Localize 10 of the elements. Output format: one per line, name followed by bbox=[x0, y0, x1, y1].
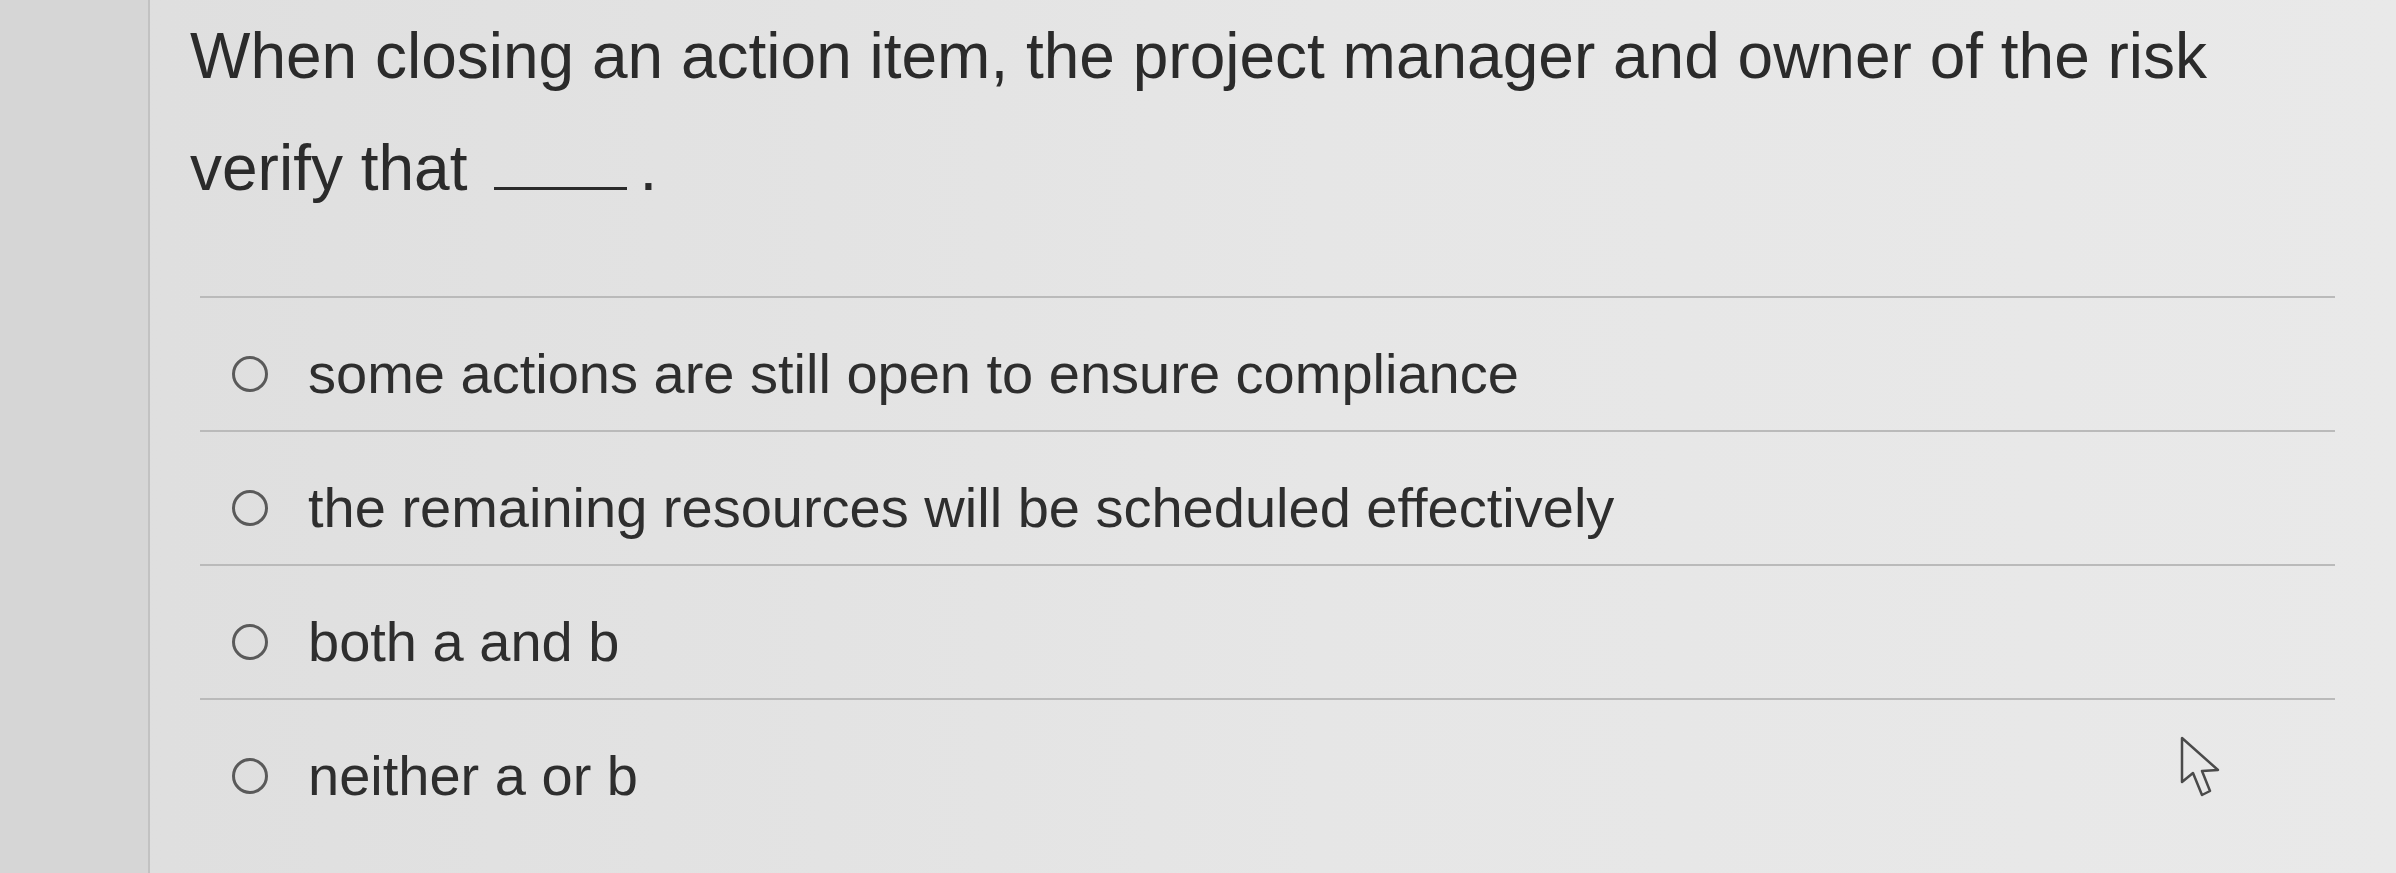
radio-button[interactable] bbox=[232, 356, 268, 392]
radio-button[interactable] bbox=[232, 490, 268, 526]
radio-button[interactable] bbox=[232, 758, 268, 794]
option-label[interactable]: the remaining resources will be scheduled effectively bbox=[308, 478, 1615, 538]
cursor-icon bbox=[2180, 736, 2222, 798]
radio-button[interactable] bbox=[232, 624, 268, 660]
question-text: When closing an action item, the project manager and owner of the risk verify that . bbox=[190, 19, 2209, 206]
option-label[interactable]: some actions are still open to ensure compliance bbox=[308, 344, 1519, 404]
option-label[interactable]: both a and b bbox=[308, 612, 620, 672]
option-label[interactable]: neither a or b bbox=[308, 746, 638, 806]
